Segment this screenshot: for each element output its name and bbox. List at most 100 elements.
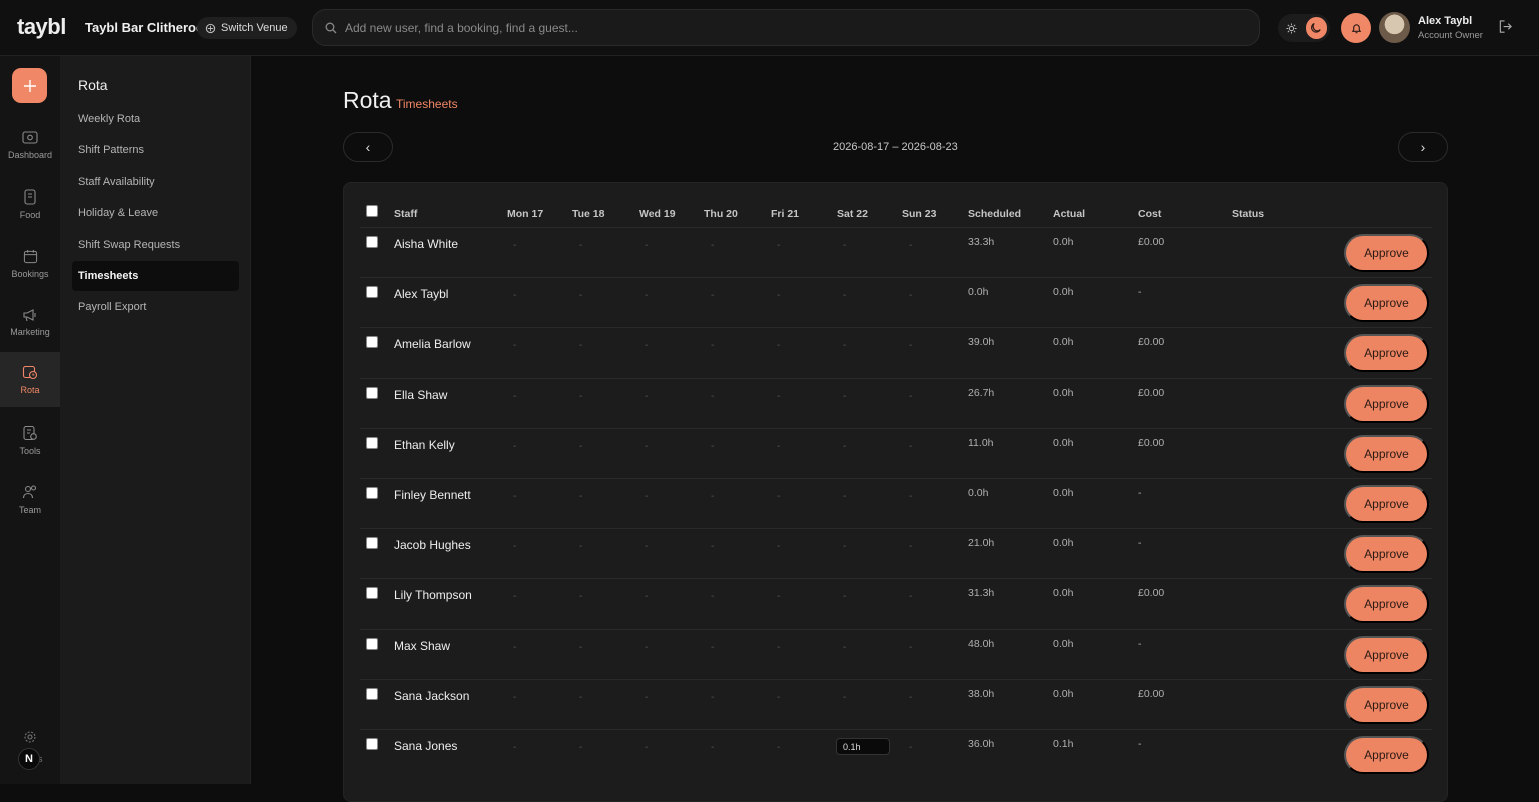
day-cell[interactable]: -	[777, 742, 780, 753]
approve-button[interactable]: Approve	[1344, 685, 1429, 724]
day-cell[interactable]: -	[843, 340, 846, 351]
rail-item-bookings[interactable]: Bookings	[0, 236, 60, 291]
subnav-item-staff-availability[interactable]: Staff Availability	[72, 167, 239, 197]
day-cell[interactable]: -	[909, 692, 912, 703]
day-cell[interactable]: -	[645, 642, 648, 653]
approve-button[interactable]: Approve	[1344, 635, 1429, 674]
approve-button[interactable]: Approve	[1344, 334, 1429, 373]
day-cell[interactable]: -	[579, 541, 582, 552]
day-cell[interactable]: -	[777, 541, 780, 552]
day-cell[interactable]: -	[909, 290, 912, 301]
row-checkbox[interactable]	[366, 537, 378, 550]
day-cell[interactable]: -	[579, 491, 582, 502]
subnav-item-weekly-rota[interactable]: Weekly Rota	[72, 104, 239, 134]
row-checkbox[interactable]	[366, 487, 378, 499]
day-cell[interactable]: -	[777, 692, 780, 703]
switch-venue-button[interactable]: Switch Venue	[197, 17, 297, 39]
subnav-item-timesheets[interactable]: Timesheets	[72, 261, 239, 291]
day-cell[interactable]: -	[843, 541, 846, 552]
row-checkbox[interactable]	[366, 637, 378, 650]
assistant-badge[interactable]: N	[18, 748, 40, 770]
approve-button[interactable]: Approve	[1344, 585, 1429, 624]
day-cell[interactable]: -	[513, 642, 516, 653]
day-cell[interactable]: -	[843, 290, 846, 301]
day-cell[interactable]: -	[777, 441, 780, 452]
avatar[interactable]	[1379, 12, 1410, 43]
day-cell[interactable]: -	[711, 591, 714, 602]
row-checkbox[interactable]	[366, 687, 378, 700]
row-checkbox[interactable]	[366, 236, 378, 248]
day-cell[interactable]: -	[777, 491, 780, 502]
row-checkbox[interactable]	[366, 286, 378, 299]
day-cell[interactable]: -	[579, 240, 582, 251]
day-cell[interactable]: -	[843, 692, 846, 703]
day-cell[interactable]: -	[513, 441, 516, 452]
day-cell[interactable]: -	[579, 742, 582, 753]
day-cell[interactable]: -	[579, 391, 582, 402]
day-cell[interactable]: -	[909, 591, 912, 602]
add-button[interactable]	[12, 68, 47, 103]
rail-item-tools[interactable]: Tools	[0, 413, 60, 468]
day-cell[interactable]: -	[579, 340, 582, 351]
row-checkbox[interactable]	[366, 386, 378, 399]
day-cell[interactable]: -	[513, 340, 516, 351]
subnav-item-holiday-leave[interactable]: Holiday & Leave	[72, 198, 239, 228]
day-cell[interactable]: -	[513, 391, 516, 402]
day-cell[interactable]: -	[579, 290, 582, 301]
day-cell[interactable]: -	[513, 290, 516, 301]
row-checkbox[interactable]	[366, 738, 378, 750]
day-cell[interactable]: -	[645, 742, 648, 753]
dark-mode-button[interactable]	[1305, 17, 1327, 39]
approve-button[interactable]: Approve	[1344, 284, 1429, 323]
day-cell[interactable]: -	[777, 591, 780, 602]
rail-item-rota[interactable]: Rota	[0, 352, 60, 407]
day-cell[interactable]: -	[645, 391, 648, 402]
day-cell[interactable]: -	[711, 541, 714, 552]
taybl-logo[interactable]: taybl	[17, 14, 66, 40]
day-cell[interactable]: -	[777, 240, 780, 251]
shift-hours-input[interactable]: 0.1h	[836, 738, 890, 755]
row-checkbox[interactable]	[366, 587, 378, 600]
day-cell[interactable]: -	[579, 692, 582, 703]
subnav-item-shift-swap-requests[interactable]: Shift Swap Requests	[72, 230, 239, 260]
day-cell[interactable]: -	[777, 642, 780, 653]
light-mode-button[interactable]	[1281, 17, 1303, 39]
day-cell[interactable]: -	[843, 591, 846, 602]
day-cell[interactable]: -	[909, 491, 912, 502]
settings-button[interactable]	[23, 730, 37, 749]
notifications-button[interactable]	[1341, 13, 1371, 43]
logout-button[interactable]	[1498, 19, 1513, 39]
global-search[interactable]	[312, 9, 1260, 46]
day-cell[interactable]: -	[645, 240, 648, 251]
day-cell[interactable]: -	[711, 742, 714, 753]
day-cell[interactable]: -	[711, 441, 714, 452]
day-cell[interactable]: -	[909, 340, 912, 351]
rail-item-food[interactable]: Food	[0, 177, 60, 232]
day-cell[interactable]: -	[645, 340, 648, 351]
subnav-item-payroll-export[interactable]: Payroll Export	[72, 292, 239, 322]
day-cell[interactable]: -	[579, 642, 582, 653]
day-cell[interactable]: -	[513, 491, 516, 502]
day-cell[interactable]: -	[645, 541, 648, 552]
subnav-item-shift-patterns[interactable]: Shift Patterns	[72, 135, 239, 165]
day-cell[interactable]: -	[645, 591, 648, 602]
day-cell[interactable]: -	[711, 642, 714, 653]
select-all-checkbox[interactable]	[366, 205, 378, 217]
day-cell[interactable]: -	[711, 240, 714, 251]
day-cell[interactable]: -	[645, 441, 648, 452]
day-cell[interactable]: -	[579, 441, 582, 452]
theme-toggle[interactable]	[1278, 14, 1330, 42]
approve-button[interactable]: Approve	[1344, 736, 1429, 774]
day-cell[interactable]: -	[513, 240, 516, 251]
previous-week-button[interactable]: ‹	[343, 132, 393, 162]
day-cell[interactable]: -	[711, 290, 714, 301]
day-cell[interactable]: -	[645, 692, 648, 703]
rail-item-dashboard[interactable]: Dashboard	[0, 118, 60, 173]
next-week-button[interactable]: ›	[1398, 132, 1448, 162]
day-cell[interactable]: -	[711, 340, 714, 351]
day-cell[interactable]: -	[645, 491, 648, 502]
day-cell[interactable]: -	[513, 742, 516, 753]
day-cell[interactable]: -	[711, 491, 714, 502]
row-checkbox[interactable]	[366, 336, 378, 349]
day-cell[interactable]: -	[843, 491, 846, 502]
